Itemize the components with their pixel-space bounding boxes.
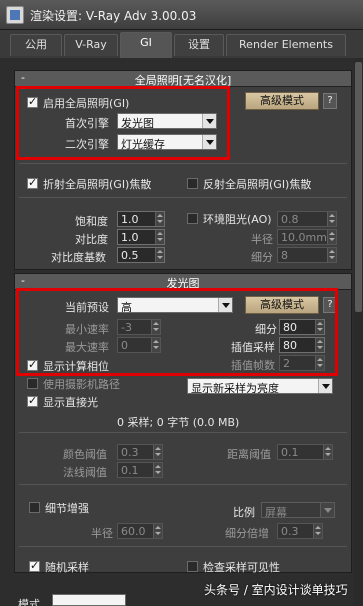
camera-path-checkbox[interactable]: [27, 378, 38, 389]
scrollbar[interactable]: [354, 58, 363, 606]
chevron-down-icon: [318, 379, 332, 393]
spinner-arrows-icon[interactable]: [323, 445, 332, 459]
title-bar: 渲染设置: V-Ray Adv 3.00.03: [0, 0, 363, 30]
color-threshold-spinner[interactable]: 0.3: [117, 444, 163, 460]
ao-radius-label: 半径: [251, 233, 273, 246]
spinner-arrows-icon[interactable]: [153, 524, 162, 538]
distance-threshold-spinner[interactable]: 0.1: [277, 444, 333, 460]
app-icon: [6, 6, 24, 24]
reflective-caustics-checkbox[interactable]: [187, 178, 198, 189]
contrast-value: 1.0: [121, 231, 139, 244]
tab-common[interactable]: 公用: [10, 34, 62, 56]
refractive-caustics-checkbox[interactable]: [27, 176, 38, 189]
spinner-arrows-icon[interactable]: [155, 212, 164, 226]
distance-threshold-label: 距离阈值: [227, 448, 271, 461]
spinner-arrows-icon[interactable]: [155, 248, 164, 262]
spinner-arrows-icon[interactable]: [153, 463, 162, 477]
ao-subdivs-value: 8: [281, 249, 288, 262]
ao-radius-value: 10.0mm: [281, 231, 327, 244]
spinner-arrows-icon[interactable]: [327, 212, 336, 226]
ambient-occlusion-checkbox[interactable]: [187, 213, 198, 224]
show-direct-light-label: 显示直接光: [43, 396, 98, 409]
distance-threshold-value: 0.1: [281, 446, 299, 459]
gi-rollout-header[interactable]: - 全局照明[无名汉化]: [15, 71, 351, 87]
ao-amount-value: 0.8: [281, 213, 299, 226]
scale-select[interactable]: 屏幕: [261, 502, 335, 519]
detail-radius-label: 半径: [91, 527, 113, 540]
subdivs-mult-label: 细分倍增: [225, 527, 269, 540]
normal-threshold-spinner[interactable]: 0.1: [117, 462, 163, 478]
ambient-occlusion-label: 环境阻光(AO): [203, 213, 272, 226]
randomize-samples-checkbox[interactable]: [29, 559, 40, 572]
subdivs-mult-value: 0.3: [281, 525, 299, 538]
contrast-base-spinner[interactable]: 0.5: [117, 247, 165, 263]
ao-amount-spinner[interactable]: 0.8: [277, 211, 337, 227]
contrast-base-label: 对比度基数: [51, 251, 106, 264]
show-mode-select[interactable]: 显示新采样为亮度: [187, 378, 333, 395]
tab-settings[interactable]: 设置: [174, 34, 224, 56]
spinner-arrows-icon[interactable]: [327, 230, 336, 244]
divider: [19, 484, 347, 485]
check-visibility-checkbox[interactable]: [187, 561, 198, 572]
reflective-caustics-label: 反射全局照明(GI)焦散: [203, 178, 312, 191]
scrollbar-thumb[interactable]: [355, 62, 362, 312]
scale-label: 比例: [233, 506, 255, 519]
show-mode-value: 显示新采样为亮度: [191, 382, 279, 395]
gi-help-button[interactable]: ?: [323, 93, 337, 109]
normal-threshold-value: 0.1: [121, 464, 139, 477]
gi-advanced-mode-button[interactable]: 高级模式: [245, 92, 319, 110]
window-title: 渲染设置: V-Ray Adv 3.00.03: [30, 9, 197, 23]
highlight-box-engines: [16, 86, 230, 160]
contrast-spinner[interactable]: 1.0: [117, 229, 165, 245]
detail-radius-value: 60.0: [121, 525, 146, 538]
divider: [19, 163, 347, 164]
spinner-arrows-icon[interactable]: [153, 445, 162, 459]
samples-info: 0 采样; 0 字节 (0.0 MB): [117, 416, 240, 429]
ao-subdivs-spinner[interactable]: 8: [277, 247, 337, 263]
mode-select[interactable]: [52, 594, 126, 606]
subdivs-mult-spinner[interactable]: 0.3: [277, 523, 323, 539]
randomize-samples-label: 随机采样: [45, 561, 89, 574]
contrast-base-value: 0.5: [121, 249, 139, 262]
chevron-down-icon: [320, 503, 334, 517]
highlight-box-irradiance: [16, 288, 338, 376]
tab-gi[interactable]: GI: [120, 32, 172, 58]
scale-value: 屏幕: [265, 506, 287, 519]
tab-render-elements[interactable]: Render Elements: [226, 34, 346, 56]
refractive-caustics-label: 折射全局照明(GI)焦散: [43, 178, 152, 191]
spinner-arrows-icon[interactable]: [327, 248, 336, 262]
normal-threshold-label: 法线阈值: [63, 466, 107, 479]
divider: [19, 432, 347, 433]
saturation-label: 饱和度: [75, 215, 108, 228]
detail-enhance-label: 细节增强: [45, 502, 89, 515]
divider: [19, 197, 347, 198]
color-threshold-label: 颜色阈值: [63, 448, 107, 461]
ao-radius-spinner[interactable]: 10.0mm: [277, 229, 337, 245]
check-visibility-label: 检查采样可见性: [203, 561, 280, 574]
ao-subdivs-label: 细分: [251, 251, 273, 264]
contrast-label: 对比度: [75, 233, 108, 246]
show-direct-light-checkbox[interactable]: [27, 394, 38, 407]
saturation-spinner[interactable]: 1.0: [117, 211, 165, 227]
saturation-value: 1.0: [121, 213, 139, 226]
watermark: 头条号 / 室内设计谈单技巧: [204, 583, 348, 597]
tab-vray[interactable]: V-Ray: [64, 34, 118, 56]
detail-enhance-checkbox[interactable]: [29, 502, 40, 513]
spinner-arrows-icon[interactable]: [313, 524, 322, 538]
color-threshold-value: 0.3: [121, 446, 139, 459]
mode-label: 模式: [18, 598, 40, 606]
divider: [19, 546, 347, 547]
detail-radius-spinner[interactable]: 60.0: [117, 523, 163, 539]
spinner-arrows-icon[interactable]: [155, 230, 164, 244]
tab-bar: 公用 V-Ray GI 设置 Render Elements: [0, 30, 363, 58]
camera-path-label: 使用摄影机路径: [43, 378, 120, 391]
